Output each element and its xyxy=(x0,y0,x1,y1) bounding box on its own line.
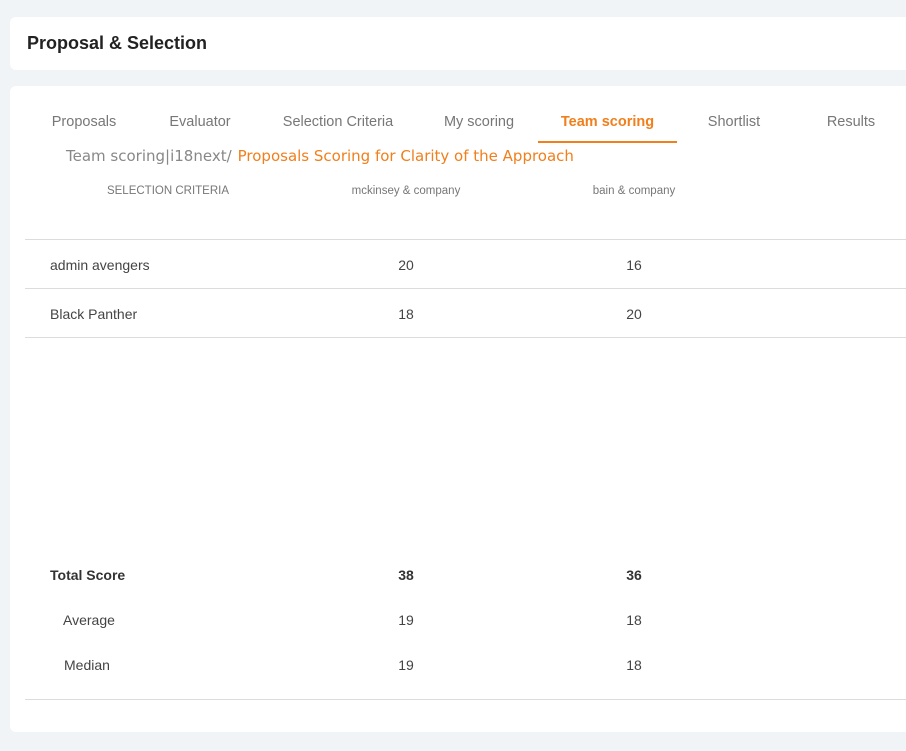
median-label: Median xyxy=(64,657,110,673)
breadcrumb-root[interactable]: Team scoring xyxy=(66,147,165,165)
score-cell: 20 xyxy=(398,257,414,273)
breadcrumb-sub: i18next/ xyxy=(170,147,232,165)
row-name: admin avengers xyxy=(50,257,150,273)
tab-bar: Proposals Evaluator Selection Criteria M… xyxy=(10,86,906,143)
total-score-value: 38 xyxy=(398,567,414,583)
tab-evaluator[interactable]: Evaluator xyxy=(158,106,242,143)
page-title: Proposal & Selection xyxy=(27,33,208,53)
header-card: Proposal & Selection xyxy=(10,17,906,70)
median-value: 18 xyxy=(626,657,642,673)
tab-my-scoring[interactable]: My scoring xyxy=(434,106,524,143)
average-value: 18 xyxy=(626,612,642,628)
breadcrumb-current: Proposals Scoring for Clarity of the App… xyxy=(237,147,574,165)
score-cell: 20 xyxy=(626,306,642,322)
tab-shortlist[interactable]: Shortlist xyxy=(696,106,772,143)
breadcrumb: Team scoring|i18next/Proposals Scoring f… xyxy=(66,147,574,165)
main-card: Proposals Evaluator Selection Criteria M… xyxy=(10,86,906,732)
table-divider xyxy=(25,699,906,700)
score-cell: 18 xyxy=(398,306,414,322)
table-divider xyxy=(25,239,906,240)
score-cell: 16 xyxy=(626,257,642,273)
median-value: 19 xyxy=(398,657,414,673)
tab-selection-criteria[interactable]: Selection Criteria xyxy=(272,106,404,143)
tab-results[interactable]: Results xyxy=(816,106,886,143)
average-value: 19 xyxy=(398,612,414,628)
column-header-criteria: SELECTION CRITERIA xyxy=(106,185,230,197)
total-score-label: Total Score xyxy=(50,567,126,583)
total-score-value: 36 xyxy=(626,567,642,583)
table-divider xyxy=(25,337,906,338)
column-header-bain: bain & company xyxy=(592,185,676,197)
tab-proposals[interactable]: Proposals xyxy=(42,106,126,143)
tab-team-scoring[interactable]: Team scoring xyxy=(538,106,677,143)
average-label: Average xyxy=(63,612,115,628)
row-name: Black Panther xyxy=(50,306,138,322)
table-divider xyxy=(25,288,906,289)
column-header-mckinsey: mckinsey & company xyxy=(351,185,461,197)
